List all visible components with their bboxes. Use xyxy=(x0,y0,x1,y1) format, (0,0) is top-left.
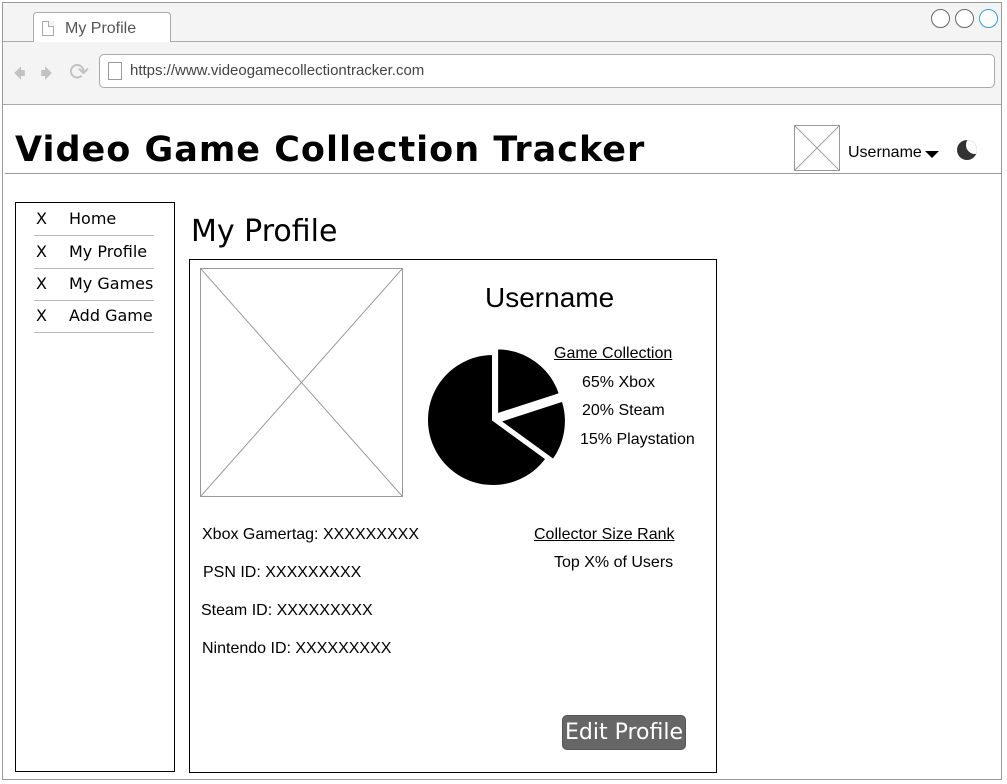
header-divider xyxy=(5,173,1001,174)
sidebar-item-add-game[interactable]: X Add Game xyxy=(34,300,154,333)
app-title: Video Game Collection Tracker xyxy=(15,130,646,170)
steam-id: Steam ID: XXXXXXXXX xyxy=(201,602,373,619)
collection-heading: Game Collection xyxy=(554,345,673,362)
arrow-right-icon[interactable]: 🠺 xyxy=(40,60,53,86)
rank-heading: Collector Size Rank xyxy=(534,526,675,543)
profile-placeholder-image xyxy=(201,269,402,496)
sidebar-item-icon: X xyxy=(36,274,47,293)
chevron-down-icon[interactable] xyxy=(925,151,939,158)
collection-steam: 20% Steam xyxy=(582,402,665,419)
page-icon xyxy=(42,21,54,36)
sidebar-item-icon: X xyxy=(36,242,47,261)
collection-playstation: 15% Playstation xyxy=(580,431,695,448)
window-minimize-button[interactable] xyxy=(931,9,950,28)
sidebar-item-icon: X xyxy=(36,306,47,325)
browser-toolbar: 🠸 🠺 ⟳ https://www.videogamecollectiontra… xyxy=(3,42,1001,105)
avatar[interactable] xyxy=(794,125,840,171)
collection-pie-chart xyxy=(426,347,567,487)
browser-tab-title: My Profile xyxy=(65,20,137,37)
avatar-placeholder-image xyxy=(795,126,839,170)
page-title: My Profile xyxy=(191,214,338,249)
rank-value: Top X% of Users xyxy=(554,554,674,571)
sidebar-item-icon: X xyxy=(36,209,47,228)
sidebar-item-label: My Games xyxy=(69,274,154,293)
edit-profile-button[interactable]: Edit Profile xyxy=(562,715,686,750)
collection-xbox: 65% Xbox xyxy=(582,374,655,391)
window-maximize-button[interactable] xyxy=(955,9,974,28)
sidebar-item-label: Add Game xyxy=(69,306,153,325)
user-menu[interactable]: Username xyxy=(848,144,922,162)
address-bar[interactable]: https://www.videogamecollectiontracker.c… xyxy=(99,54,995,88)
sidebar-item-label: Home xyxy=(69,209,117,228)
browser-tab-bar: My Profile xyxy=(3,3,1001,44)
address-url: https://www.videogamecollectiontracker.c… xyxy=(130,62,425,79)
psn-id: PSN ID: XXXXXXXXX xyxy=(203,564,362,581)
xbox-gamertag: Xbox Gamertag: XXXXXXXXX xyxy=(202,526,419,543)
sidebar-item-my-profile[interactable]: X My Profile xyxy=(34,236,154,269)
sidebar-item-label: My Profile xyxy=(69,242,148,261)
profile-picture xyxy=(200,268,403,497)
browser-tab[interactable]: My Profile xyxy=(33,12,171,44)
nintendo-id: Nintendo ID: XXXXXXXXX xyxy=(202,640,392,657)
reload-icon[interactable]: ⟳ xyxy=(69,60,89,86)
window-close-button[interactable] xyxy=(979,9,998,28)
moon-icon[interactable] xyxy=(957,140,977,160)
sidebar-item-home[interactable]: X Home xyxy=(34,203,154,236)
arrow-left-icon[interactable]: 🠸 xyxy=(13,60,26,86)
sidebar-item-my-games[interactable]: X My Games xyxy=(34,268,154,301)
profile-username: Username xyxy=(485,282,615,313)
sidebar: X Home X My Profile X My Games X Add Gam… xyxy=(15,202,175,772)
page-icon xyxy=(108,62,122,80)
